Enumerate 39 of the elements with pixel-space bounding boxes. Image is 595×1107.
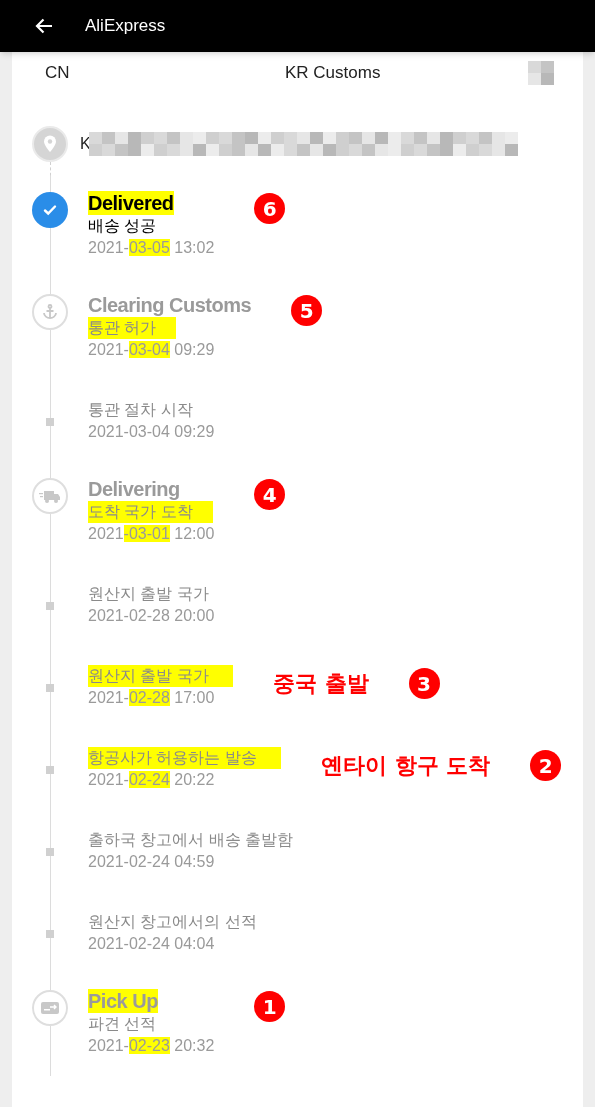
app-title: AliExpress bbox=[85, 15, 166, 38]
annotation-note: 중국 출발 bbox=[272, 670, 369, 698]
number-marker: 1 bbox=[254, 991, 286, 1022]
event-status: 원산지 출발 국가 bbox=[88, 665, 233, 687]
event-status: 항공사가 허용하는 발송 bbox=[88, 747, 281, 769]
event-date: 2021-03-01 12:00 bbox=[88, 524, 215, 544]
event-status: 원산지 창고에서의 선적 bbox=[88, 912, 257, 932]
event-status: 통관 허가 bbox=[88, 317, 177, 339]
event-status: 파견 선적 bbox=[88, 1014, 157, 1034]
number-marker: 4 bbox=[254, 479, 286, 510]
event-status: 출하국 창고에서 배송 출발함 bbox=[88, 830, 294, 850]
redacted-text bbox=[528, 61, 554, 85]
event-date: 2021-03-04 09:29 bbox=[88, 340, 215, 360]
event-date: 2021-02-24 04:59 bbox=[88, 852, 215, 872]
event-date: 2021-02-24 20:22 bbox=[88, 770, 215, 790]
event-title: Delivering bbox=[88, 477, 180, 501]
number-marker: 2 bbox=[530, 750, 562, 781]
event-date: 2021-02-23 20:32 bbox=[88, 1036, 215, 1056]
checkpoint-label: KR Customs bbox=[285, 62, 381, 85]
event-date: 2021-03-05 13:02 bbox=[88, 238, 215, 258]
address-text: K bbox=[80, 134, 91, 154]
back-arrow-icon bbox=[35, 18, 53, 34]
number-marker: 3 bbox=[408, 668, 440, 699]
event-date: 2021-02-28 20:00 bbox=[88, 606, 215, 626]
event-status: 도착 국가 도착 bbox=[88, 501, 213, 523]
origin-label: CN bbox=[45, 62, 71, 85]
event-date: 2021-02-28 17:00 bbox=[88, 688, 215, 708]
event-status: 통관 절차 시작 bbox=[88, 400, 193, 420]
event-status: 원산지 출발 국가 bbox=[88, 584, 209, 604]
event-date: 2021-03-04 09:29 bbox=[88, 422, 215, 442]
back-button[interactable] bbox=[34, 16, 54, 36]
event-title: Delivered bbox=[88, 191, 174, 215]
event-status: 배송 성공 bbox=[88, 216, 157, 236]
event-title: Clearing Customs bbox=[88, 293, 252, 317]
event-title: Pick Up bbox=[88, 989, 158, 1013]
number-marker: 5 bbox=[291, 295, 323, 326]
annotation-note: 옌타이 항구 도착 bbox=[320, 752, 491, 780]
number-marker: 6 bbox=[254, 193, 286, 224]
event-date: 2021-02-24 04:04 bbox=[88, 934, 215, 954]
